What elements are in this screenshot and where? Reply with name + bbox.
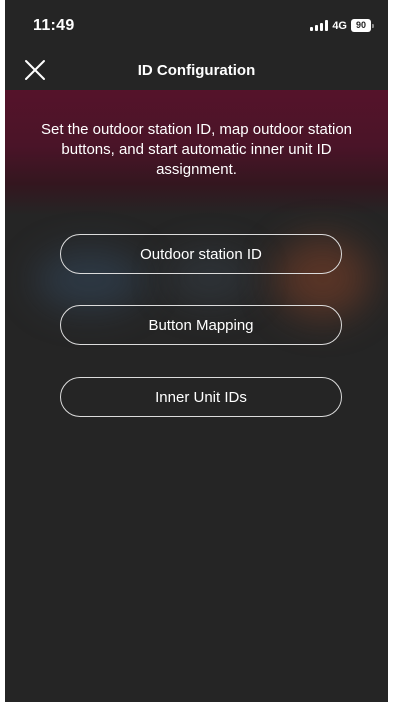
inner-unit-ids-button[interactable]: Inner Unit IDs bbox=[60, 377, 342, 417]
status-time: 11:49 bbox=[33, 17, 75, 34]
battery-tip bbox=[372, 23, 374, 28]
outdoor-station-id-label: Outdoor station ID bbox=[140, 245, 262, 263]
status-indicators: 4G 90 bbox=[310, 19, 374, 32]
button-mapping-label: Button Mapping bbox=[148, 316, 254, 334]
outdoor-station-id-button[interactable]: Outdoor station ID bbox=[60, 234, 342, 274]
status-bar: 11:49 4G 90 bbox=[5, 0, 388, 50]
battery-icon: 90 bbox=[351, 19, 374, 32]
banner-description: Set the outdoor station ID, map outdoor … bbox=[40, 121, 353, 178]
battery-level: 90 bbox=[351, 19, 371, 32]
info-banner: Set the outdoor station ID, map outdoor … bbox=[5, 90, 388, 215]
network-label: 4G bbox=[332, 19, 347, 32]
header: ID Configuration bbox=[5, 50, 388, 90]
button-mapping-button[interactable]: Button Mapping bbox=[60, 305, 342, 345]
inner-unit-ids-label: Inner Unit IDs bbox=[155, 388, 247, 406]
app-screen: 11:49 4G 90 ID Configuration Set the out… bbox=[5, 0, 388, 702]
signal-icon bbox=[310, 20, 329, 31]
page-title: ID Configuration bbox=[137, 62, 256, 79]
